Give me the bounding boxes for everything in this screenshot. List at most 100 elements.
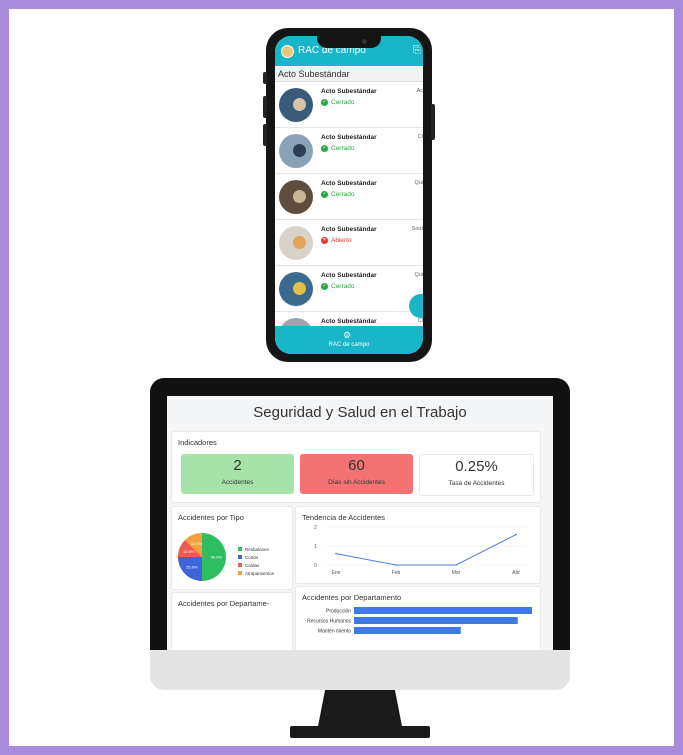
legend-swatch — [238, 571, 242, 575]
x-tick-label: Abr — [512, 570, 520, 576]
list-header: Acto Subestándar — [275, 66, 423, 82]
status-badge: ✓ Cerrado — [321, 283, 354, 290]
trend-point — [395, 564, 397, 566]
exit-icon[interactable]: ⎘ — [413, 45, 421, 56]
trend-line — [335, 534, 517, 566]
status-text: Cerrado — [331, 99, 355, 107]
row-title: Acto Subestándar — [321, 134, 377, 141]
report-photo — [279, 180, 313, 214]
check-icon: ✓ — [321, 283, 328, 290]
list-item[interactable]: Acto Subestándar ✓ Cerrado Qui — [275, 174, 423, 220]
check-icon: ✓ — [321, 145, 328, 152]
kpi-label: Accidentes — [221, 479, 254, 486]
status-badge: ✓ Cerrado — [321, 191, 354, 198]
pie-slice-label: 12.5% — [183, 549, 195, 554]
list-item[interactable]: Acto Subestándar ✓ Cerrado Ac — [275, 82, 423, 128]
kpi-accidents: 2 Accidentes — [181, 454, 294, 494]
indicators-card: Indicadores 2 Accidentes 60 Días sin Acc… — [171, 431, 541, 503]
list-item[interactable]: Acto Subestándar ✓ Cerrado Cl — [275, 128, 423, 174]
dept-bar-label: Recursos Humanos — [307, 619, 351, 625]
status-badge: ✓ Cerrado — [321, 145, 354, 152]
dept-card: Accidentes por Departamento Producción Re… — [295, 586, 541, 650]
status-text: Cerrado — [331, 191, 355, 199]
row-meta: Ac — [416, 88, 423, 94]
legend-swatch — [238, 555, 242, 559]
camera-icon — [362, 39, 367, 44]
y-tick-label: 1 — [314, 544, 317, 550]
report-photo — [279, 88, 313, 122]
list-item[interactable]: Acto Subestándar ✕ Abierto Sout — [275, 220, 423, 266]
status-badge: ✓ Cerrado — [321, 99, 354, 106]
row-meta: Cl — [417, 134, 423, 140]
dept-left-title: Accidentes por Departame- — [178, 599, 270, 608]
indicators-title: Indicadores — [178, 438, 217, 447]
dept-bar — [354, 607, 532, 614]
status-text: Abierto — [331, 237, 352, 245]
phone-side-button — [263, 72, 267, 84]
report-list: Acto Subestándar ✓ Cerrado Ac Acto Subestánd… — [275, 82, 423, 354]
pie-card: Accidentes por Tipo 50.0% 25.0% 12.5% 12.5%… — [171, 506, 293, 590]
check-icon: ✓ — [321, 191, 328, 198]
phone-mockup: RAC de campo ⎘ Acto Subestándar Acto Sub… — [263, 28, 435, 362]
kpi-accident-rate: 0.25% Tasa de Accidentes — [419, 454, 534, 496]
row-title: Acto Subestándar — [321, 180, 377, 187]
report-photo — [279, 134, 313, 168]
dept-bar — [354, 617, 518, 624]
check-icon: ✓ — [321, 99, 328, 106]
row-meta: Qui — [414, 180, 423, 186]
bottom-nav: ⚙ RAC de campo — [275, 326, 423, 354]
trend-point — [455, 564, 457, 566]
dept-bar-chart: Producción Recursos Humanos Manten miento — [307, 607, 532, 635]
legend-label: Caídas — [245, 563, 260, 568]
phone-volume-up — [263, 96, 267, 118]
kpi-label: Tasa de Accidentes — [448, 480, 505, 487]
x-tick-label: Ene — [332, 570, 341, 576]
dashboard-title: Seguridad y Salud en el Trabajo — [253, 404, 467, 421]
app-logo-icon — [281, 45, 294, 58]
monitor-stand — [317, 690, 403, 728]
dashboard-screen: Seguridad y Salud en el Trabajo Indicado… — [167, 396, 553, 650]
kpi-value: 2 — [233, 457, 242, 474]
status-text: Cerrado — [331, 145, 355, 153]
x-icon: ✕ — [321, 237, 328, 244]
row-meta: Sout — [411, 226, 423, 232]
row-title: Acto Subestándar — [321, 88, 377, 95]
pie-slice-label: 25.0% — [186, 565, 198, 570]
row-title: Acto Subestándar — [321, 272, 377, 279]
trend-point — [515, 533, 517, 536]
kpi-value: 60 — [348, 457, 365, 474]
phone-notch — [317, 36, 381, 48]
bottom-nav-label[interactable]: RAC de campo — [275, 342, 423, 348]
kpi-label: Días sin Accidentes — [328, 479, 385, 486]
legend-label: Atrapamientos — [245, 571, 275, 576]
status-badge: ✕ Abierto — [321, 237, 352, 244]
legend-swatch — [238, 563, 242, 567]
y-tick-label: 2 — [314, 525, 317, 531]
x-tick-label: Feb — [392, 570, 401, 576]
report-photo — [279, 226, 313, 260]
legend-label: Cortes — [245, 555, 259, 560]
report-photo — [279, 272, 313, 306]
list-item[interactable]: Acto Subestándar ✓ Cerrado Qui — [275, 266, 423, 312]
status-text: Cerrado — [331, 283, 355, 291]
field-report-icon[interactable]: ⚙ — [343, 330, 351, 341]
trend-card: Tendencia de Accidentes 0 1 2 Ene Feb Mar Abr — [295, 506, 541, 584]
pie-slice-label: 12.5% — [191, 541, 203, 546]
trend-point — [335, 552, 337, 555]
row-title: Acto Subestándar — [321, 226, 377, 233]
monitor-foot — [290, 726, 430, 738]
dept-bar-label: Producción — [326, 609, 351, 615]
phone-power-button — [431, 104, 435, 140]
kpi-value: 0.25% — [455, 458, 498, 475]
trend-line-chart: 0 1 2 Ene Feb Mar Abr — [314, 525, 526, 576]
x-tick-label: Mar — [452, 570, 461, 576]
phone-volume-down — [263, 124, 267, 146]
legend-label: Resbalones — [245, 547, 270, 552]
pie-slice-label: 50.0% — [211, 555, 223, 560]
row-meta: Ci — [417, 318, 423, 324]
dept-bar-label: Manten miento — [318, 629, 351, 635]
kpi-days-without-accidents: 60 Días sin Accidentes — [300, 454, 413, 494]
dept-left-card: Accidentes por Departame- — [171, 592, 293, 650]
y-tick-label: 0 — [314, 563, 317, 569]
row-meta: Qui — [414, 272, 423, 278]
